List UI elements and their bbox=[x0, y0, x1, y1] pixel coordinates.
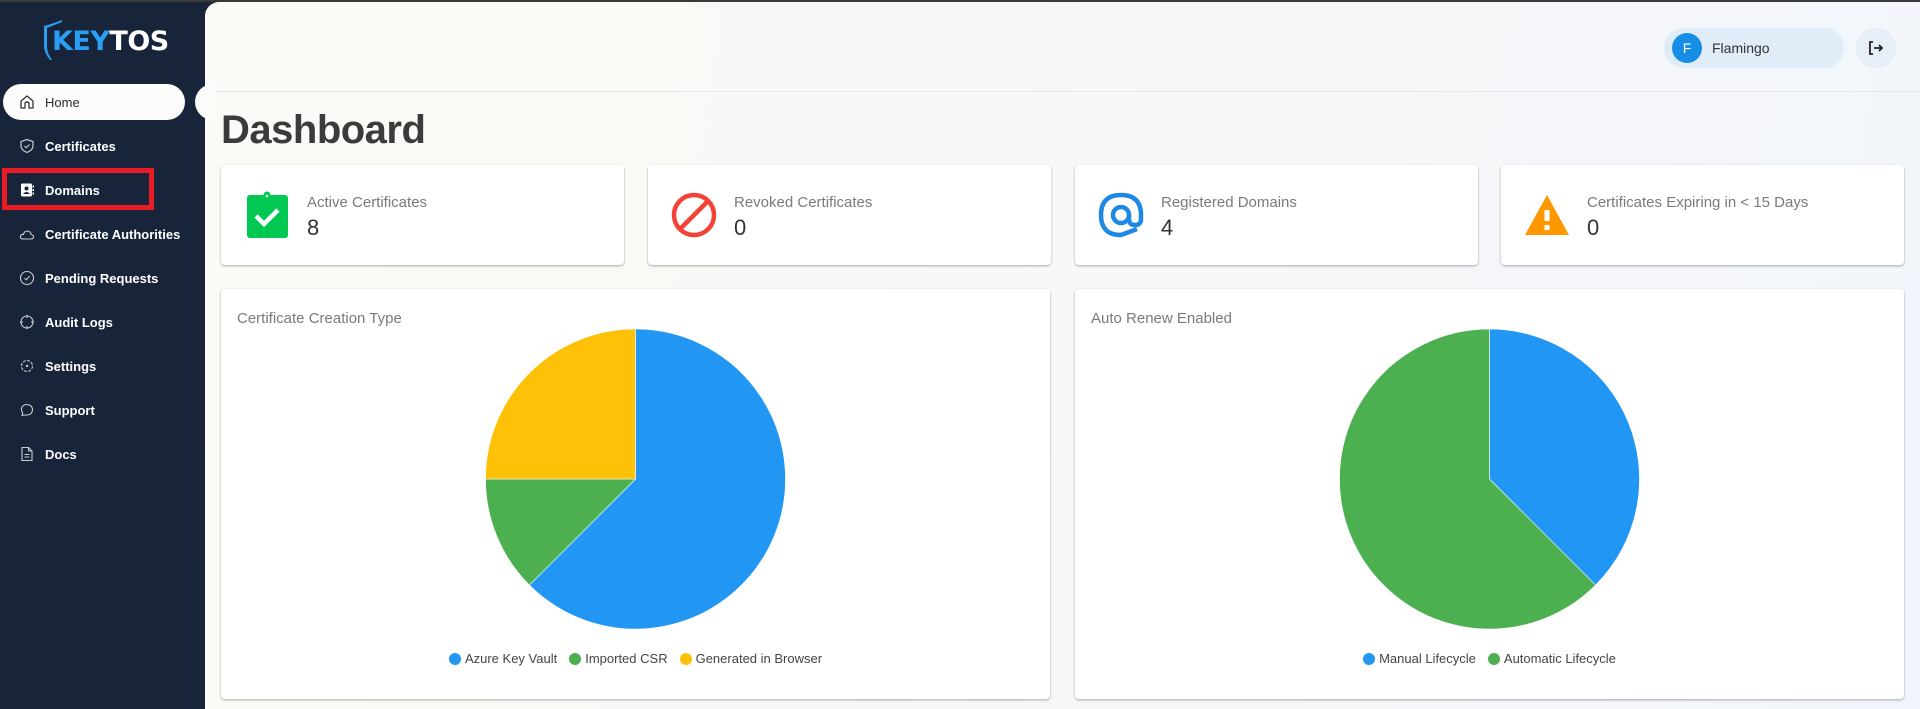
block-icon bbox=[671, 192, 717, 238]
check-circle-icon bbox=[19, 270, 35, 286]
legend-swatch bbox=[569, 652, 582, 665]
warning-icon bbox=[1525, 195, 1569, 235]
chart-panel-auto-renew: Auto Renew Enabled Manual Lifecycle Autom… bbox=[1075, 289, 1904, 699]
chat-bubble-icon bbox=[19, 402, 35, 418]
stat-card-revoked-certificates[interactable]: Revoked Certificates 0 bbox=[648, 165, 1051, 265]
sidebar-nav: Home Certificates Domains Certificate Au… bbox=[0, 84, 205, 480]
main-content: F Flamingo Dashboard Active Certificates… bbox=[205, 2, 1920, 709]
legend-swatch bbox=[1363, 652, 1376, 665]
sidebar-item-audit-logs[interactable]: Audit Logs bbox=[0, 304, 205, 340]
user-name: Flamingo bbox=[1712, 40, 1770, 56]
chart-panel-creation-type: Certificate Creation Type Azure Key Vaul… bbox=[221, 289, 1050, 699]
pie-slice-generated-in-browser[interactable] bbox=[485, 328, 636, 480]
logout-button[interactable] bbox=[1856, 28, 1896, 68]
keytos-logo[interactable]: KEYTOS bbox=[40, 16, 180, 66]
sidebar-item-label: Certificates bbox=[45, 138, 116, 154]
sidebar-item-label: Settings bbox=[45, 358, 97, 374]
sidebar: KEYTOS Home Certificates Domains Certifi… bbox=[0, 2, 205, 709]
gear-icon bbox=[19, 358, 35, 374]
sidebar-item-label: Certificate Authorities bbox=[45, 226, 181, 242]
stat-value: 0 bbox=[734, 215, 747, 240]
stat-card-active-certificates[interactable]: Active Certificates 8 bbox=[221, 165, 624, 265]
pie-chart-creation-type bbox=[485, 328, 786, 630]
stat-card-expiring-certificates[interactable]: Certificates Expiring in < 15 Days 0 bbox=[1501, 165, 1904, 265]
chart-legend: Manual Lifecycle Automatic Lifecycle bbox=[1075, 651, 1904, 666]
logo-key: KEY bbox=[52, 26, 110, 57]
legend-swatch bbox=[679, 652, 692, 665]
legend-item-imported-csr[interactable]: Imported CSR bbox=[569, 651, 668, 666]
sidebar-item-label: Domains bbox=[45, 182, 100, 198]
user-menu-button[interactable]: F Flamingo bbox=[1664, 28, 1844, 68]
at-sign-icon bbox=[1098, 192, 1144, 238]
legend-label: Automatic Lifecycle bbox=[1503, 651, 1616, 666]
avatar: F bbox=[1672, 33, 1702, 63]
legend-label: Imported CSR bbox=[585, 651, 668, 666]
legend-label: Manual Lifecycle bbox=[1379, 651, 1476, 666]
document-icon bbox=[19, 446, 35, 462]
stat-label: Revoked Certificates bbox=[734, 194, 873, 211]
legend-swatch bbox=[448, 652, 461, 665]
cloud-icon bbox=[19, 226, 35, 242]
crosshair-icon bbox=[19, 314, 35, 330]
sidebar-item-label: Home bbox=[45, 94, 80, 110]
sidebar-item-pending-requests[interactable]: Pending Requests bbox=[0, 260, 205, 296]
sidebar-item-settings[interactable]: Settings bbox=[0, 348, 205, 384]
legend-item-manual-lifecycle[interactable]: Manual Lifecycle bbox=[1363, 651, 1476, 666]
legend-item-azure-key-vault[interactable]: Azure Key Vault bbox=[448, 651, 558, 666]
stat-value: 4 bbox=[1161, 215, 1174, 240]
shield-check-icon bbox=[19, 138, 35, 154]
sidebar-item-docs[interactable]: Docs bbox=[0, 436, 205, 472]
legend-label: Azure Key Vault bbox=[464, 651, 558, 666]
sidebar-item-label: Pending Requests bbox=[45, 270, 159, 286]
stat-value: 0 bbox=[1587, 215, 1600, 240]
sidebar-item-label: Docs bbox=[45, 446, 77, 462]
legend-item-automatic-lifecycle[interactable]: Automatic Lifecycle bbox=[1487, 651, 1616, 666]
clipboard-check-icon bbox=[247, 191, 288, 238]
stat-label: Certificates Expiring in < 15 Days bbox=[1587, 194, 1809, 211]
sidebar-item-domains[interactable]: Domains bbox=[0, 172, 205, 208]
logo-tos: TOS bbox=[109, 26, 169, 57]
top-header: F Flamingo bbox=[205, 2, 1920, 92]
home-icon bbox=[19, 94, 35, 110]
sidebar-item-label: Audit Logs bbox=[45, 314, 113, 330]
page-title: Dashboard bbox=[221, 108, 426, 152]
chart-legend: Azure Key Vault Imported CSR Generated in … bbox=[221, 651, 1050, 666]
stat-label: Registered Domains bbox=[1161, 194, 1297, 211]
logo-text: KEYTOS bbox=[52, 26, 169, 57]
stat-card-registered-domains[interactable]: Registered Domains 4 bbox=[1075, 165, 1478, 265]
logout-icon bbox=[1869, 41, 1884, 55]
contact-book-icon bbox=[19, 182, 35, 198]
pie-chart-auto-renew bbox=[1339, 328, 1640, 630]
legend-swatch bbox=[1487, 652, 1500, 665]
legend-label: Generated in Browser bbox=[695, 651, 823, 666]
sidebar-item-label: Support bbox=[45, 402, 95, 418]
sidebar-item-home[interactable]: Home bbox=[3, 84, 185, 120]
legend-item-generated-in-browser[interactable]: Generated in Browser bbox=[679, 651, 823, 666]
sidebar-item-certificates[interactable]: Certificates bbox=[0, 128, 205, 164]
stat-value: 8 bbox=[307, 215, 320, 240]
sidebar-item-support[interactable]: Support bbox=[0, 392, 205, 428]
stat-label: Active Certificates bbox=[307, 194, 428, 211]
sidebar-item-certificate-authorities[interactable]: Certificate Authorities bbox=[0, 216, 205, 252]
